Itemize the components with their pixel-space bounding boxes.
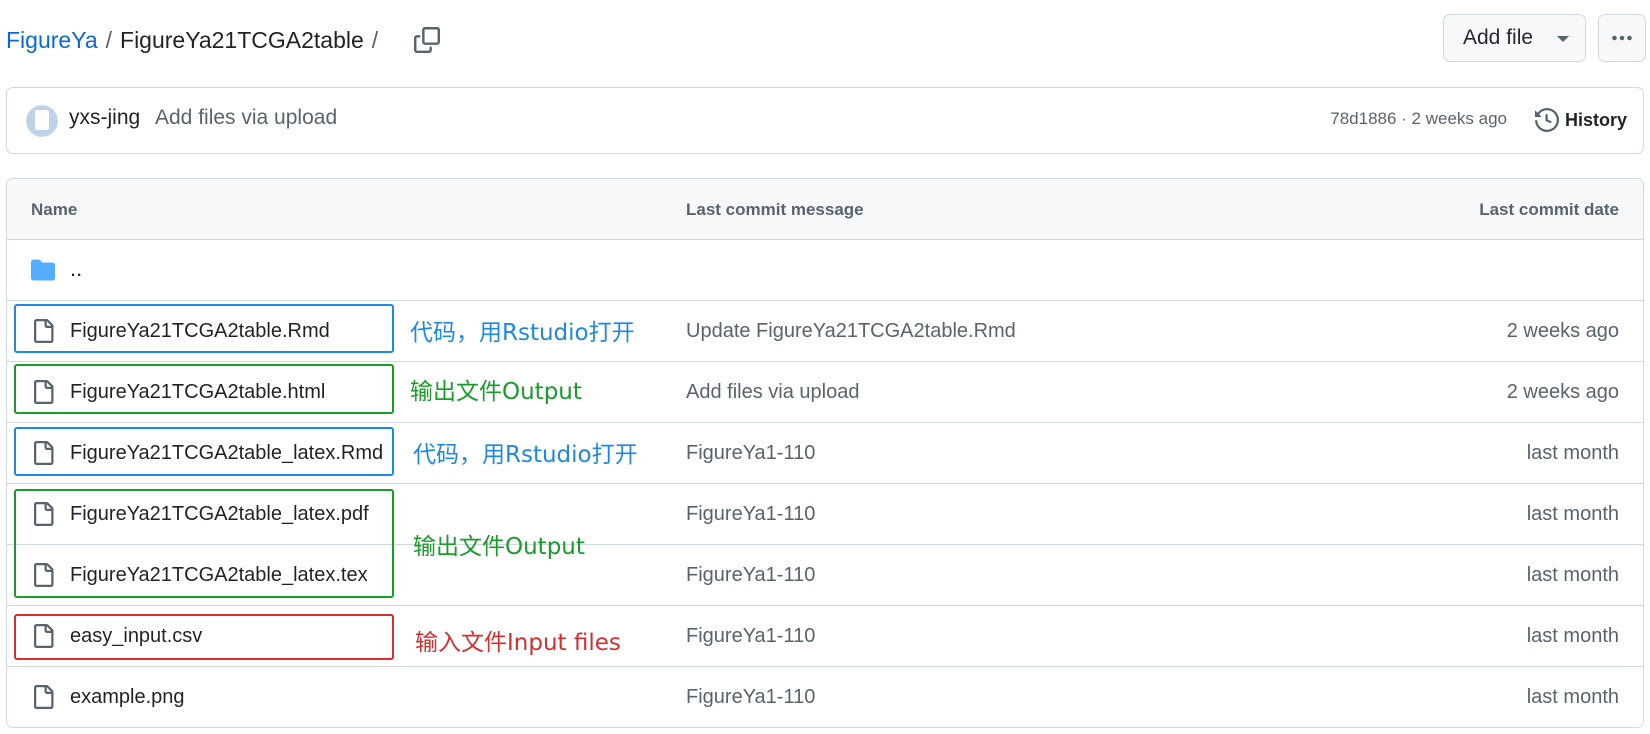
parent-directory-link[interactable]: .. [70, 256, 82, 282]
file-commit-message[interactable]: FigureYa1-110 [686, 564, 815, 587]
copy-icon [414, 27, 441, 53]
commit-meta[interactable]: 78d1886 · 2 weeks ago [1330, 109, 1507, 129]
add-file-button[interactable]: Add file [1443, 14, 1586, 62]
breadcrumb-separator: / [105, 26, 113, 53]
file-name-link[interactable]: FigureYa21TCGA2table.html [70, 381, 325, 404]
file-commit-message[interactable]: FigureYa1-110 [686, 625, 815, 648]
file-commit-date: last month [1526, 564, 1619, 586]
file-icon [34, 502, 54, 526]
history-label: History [1564, 109, 1627, 130]
file-name-link[interactable]: FigureYa21TCGA2table_latex.pdf [70, 503, 369, 526]
breadcrumb: FigureYa / FigureYa21TCGA2table / [6, 20, 442, 60]
annotation-label-code: 代码，用Rstudio打开 [413, 442, 638, 468]
folder-icon [31, 259, 55, 281]
kebab-horizontal-icon [1612, 35, 1632, 41]
file-icon [34, 563, 54, 587]
file-commit-date: last month [1526, 625, 1619, 647]
file-commit-date: last month [1526, 686, 1619, 708]
copy-path-button[interactable] [412, 25, 442, 55]
table-row[interactable]: FigureYa21TCGA2table_latex.Rmd FigureYa1… [7, 423, 1643, 484]
file-icon [34, 319, 54, 343]
file-commit-message[interactable]: FigureYa1-110 [686, 503, 815, 526]
file-commit-message[interactable]: FigureYa1-110 [686, 442, 815, 465]
table-row[interactable]: FigureYa21TCGA2table.Rmd Update FigureYa… [7, 301, 1643, 362]
file-commit-date: last month [1526, 503, 1619, 525]
add-file-label: Add file [1463, 26, 1534, 49]
file-name-link[interactable]: FigureYa21TCGA2table_latex.tex [70, 564, 368, 587]
file-name-link[interactable]: easy_input.csv [70, 625, 202, 648]
file-commit-message[interactable]: FigureYa1-110 [686, 686, 815, 709]
column-header-name: Name [31, 200, 78, 219]
commit-message[interactable]: Add files via upload [155, 106, 337, 130]
table-row[interactable]: FigureYa21TCGA2table_latex.pdf FigureYa1… [7, 484, 1643, 545]
annotation-label-output: 输出文件Output [413, 534, 585, 560]
more-options-button[interactable] [1598, 14, 1646, 62]
file-commit-message[interactable]: Add files via upload [686, 381, 859, 404]
annotation-label-code: 代码，用Rstudio打开 [410, 320, 635, 346]
avatar[interactable] [26, 105, 58, 137]
table-row[interactable]: FigureYa21TCGA2table_latex.tex FigureYa1… [7, 545, 1643, 606]
breadcrumb-separator: / [371, 26, 379, 53]
parent-directory-row[interactable]: .. [7, 240, 1643, 301]
table-header: Name Last commit message Last commit dat… [7, 179, 1643, 240]
latest-commit-box: yxs-jing Add files via upload 78d1886 · … [6, 87, 1644, 154]
annotation-label-output: 输出文件Output [410, 379, 582, 405]
file-commit-date: last month [1526, 442, 1619, 464]
column-header-date: Last commit date [1479, 200, 1619, 219]
commit-author-link[interactable]: yxs-jing [69, 106, 140, 130]
file-table: Name Last commit message Last commit dat… [6, 178, 1644, 728]
file-commit-date: 2 weeks ago [1506, 320, 1619, 342]
file-name-link[interactable]: FigureYa21TCGA2table.Rmd [70, 320, 330, 343]
file-icon [34, 624, 54, 648]
file-name-link[interactable]: example.png [70, 686, 185, 709]
history-icon [1534, 108, 1559, 132]
annotation-label-input: 输入文件Input files [415, 630, 621, 656]
triangle-down-icon [1557, 36, 1569, 42]
breadcrumb-current-folder: FigureYa21TCGA2table [120, 26, 364, 53]
file-name-link[interactable]: FigureYa21TCGA2table_latex.Rmd [70, 442, 383, 465]
column-header-message: Last commit message [686, 200, 864, 219]
file-icon [34, 441, 54, 465]
file-commit-date: 2 weeks ago [1506, 381, 1619, 403]
history-button[interactable]: History [1534, 104, 1627, 136]
file-commit-message[interactable]: Update FigureYa21TCGA2table.Rmd [686, 320, 1016, 343]
table-row[interactable]: example.png FigureYa1-110 last month [7, 667, 1643, 727]
table-row[interactable]: easy_input.csv FigureYa1-110 last month [7, 606, 1643, 667]
table-row[interactable]: FigureYa21TCGA2table.html Add files via … [7, 362, 1643, 423]
file-icon [34, 380, 54, 404]
file-icon [34, 685, 54, 709]
breadcrumb-repo-link[interactable]: FigureYa [6, 27, 98, 54]
